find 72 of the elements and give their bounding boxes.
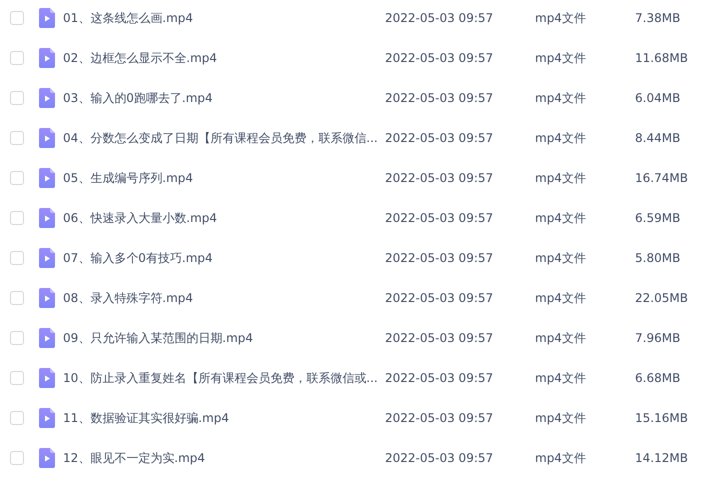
checkbox[interactable] <box>10 411 24 425</box>
checkbox[interactable] <box>10 171 24 185</box>
video-file-icon <box>39 248 55 268</box>
modified-date: 2022-05-03 09:57 <box>385 90 494 107</box>
checkbox[interactable] <box>10 291 24 305</box>
file-size: 6.04MB <box>635 90 680 107</box>
file-size: 22.05MB <box>635 290 688 307</box>
modified-date: 2022-05-03 09:57 <box>385 410 494 427</box>
file-type: mp4文件 <box>535 10 587 27</box>
modified-date: 2022-05-03 09:57 <box>385 50 494 67</box>
file-name[interactable]: 04、分数怎么变成了日期【所有课程会员免费，联系微信... <box>63 129 385 147</box>
checkbox[interactable] <box>10 51 24 65</box>
file-name[interactable]: 07、输入多个0有技巧.mp4 <box>63 249 385 267</box>
modified-date: 2022-05-03 09:57 <box>385 450 494 467</box>
modified-date: 2022-05-03 09:57 <box>385 210 494 227</box>
file-name[interactable]: 03、输入的0跑哪去了.mp4 <box>63 89 385 107</box>
file-type: mp4文件 <box>535 170 587 187</box>
file-type: mp4文件 <box>535 250 587 267</box>
file-type: mp4文件 <box>535 50 587 67</box>
file-type: mp4文件 <box>535 290 587 307</box>
video-file-icon <box>39 88 55 108</box>
file-name[interactable]: 08、录入特殊字符.mp4 <box>63 289 385 307</box>
file-name[interactable]: 02、边框怎么显示不全.mp4 <box>63 49 385 67</box>
video-file-icon <box>39 48 55 68</box>
modified-date: 2022-05-03 09:57 <box>385 10 494 27</box>
video-file-icon <box>39 448 55 468</box>
file-size: 11.68MB <box>635 50 688 67</box>
file-type: mp4文件 <box>535 330 587 347</box>
file-name[interactable]: 12、眼见不一定为实.mp4 <box>63 449 385 467</box>
file-type: mp4文件 <box>535 210 587 227</box>
video-file-icon <box>39 328 55 348</box>
file-name[interactable]: 05、生成编号序列.mp4 <box>63 169 385 187</box>
file-name[interactable]: 10、防止录入重复姓名【所有课程会员免费，联系微信或... <box>63 369 385 387</box>
checkbox[interactable] <box>10 131 24 145</box>
file-size: 6.59MB <box>635 210 680 227</box>
checkbox[interactable] <box>10 371 24 385</box>
file-size: 5.80MB <box>635 250 680 267</box>
video-file-icon <box>39 208 55 228</box>
video-file-icon <box>39 288 55 308</box>
file-size: 6.68MB <box>635 370 680 387</box>
modified-date: 2022-05-03 09:57 <box>385 130 494 147</box>
file-size: 16.74MB <box>635 170 688 187</box>
file-name[interactable]: 01、这条线怎么画.mp4 <box>63 9 385 27</box>
file-type: mp4文件 <box>535 90 587 107</box>
file-size: 8.44MB <box>635 130 680 147</box>
modified-date: 2022-05-03 09:57 <box>385 370 494 387</box>
modified-date: 2022-05-03 09:57 <box>385 250 494 267</box>
video-file-icon <box>39 368 55 388</box>
modified-date: 2022-05-03 09:57 <box>385 170 494 187</box>
checkbox[interactable] <box>10 331 24 345</box>
checkbox[interactable] <box>10 91 24 105</box>
video-file-icon <box>39 168 55 188</box>
video-file-icon <box>39 408 55 428</box>
video-file-icon <box>39 128 55 148</box>
checkbox[interactable] <box>10 11 24 25</box>
file-name[interactable]: 06、快速录入大量小数.mp4 <box>63 209 385 227</box>
file-name[interactable]: 11、数据验证其实很好骗.mp4 <box>63 409 385 427</box>
file-name[interactable]: 09、只允许输入某范围的日期.mp4 <box>63 329 385 347</box>
file-type: mp4文件 <box>535 370 587 387</box>
file-type: mp4文件 <box>535 450 587 467</box>
file-size: 15.16MB <box>635 410 688 427</box>
file-size: 7.96MB <box>635 330 680 347</box>
file-size: 14.12MB <box>635 450 688 467</box>
modified-date: 2022-05-03 09:57 <box>385 330 494 347</box>
checkbox[interactable] <box>10 211 24 225</box>
video-file-icon <box>39 8 55 28</box>
checkbox[interactable] <box>10 251 24 265</box>
checkbox[interactable] <box>10 451 24 465</box>
modified-date: 2022-05-03 09:57 <box>385 290 494 307</box>
file-type: mp4文件 <box>535 130 587 147</box>
file-type: mp4文件 <box>535 410 587 427</box>
file-size: 7.38MB <box>635 10 680 27</box>
